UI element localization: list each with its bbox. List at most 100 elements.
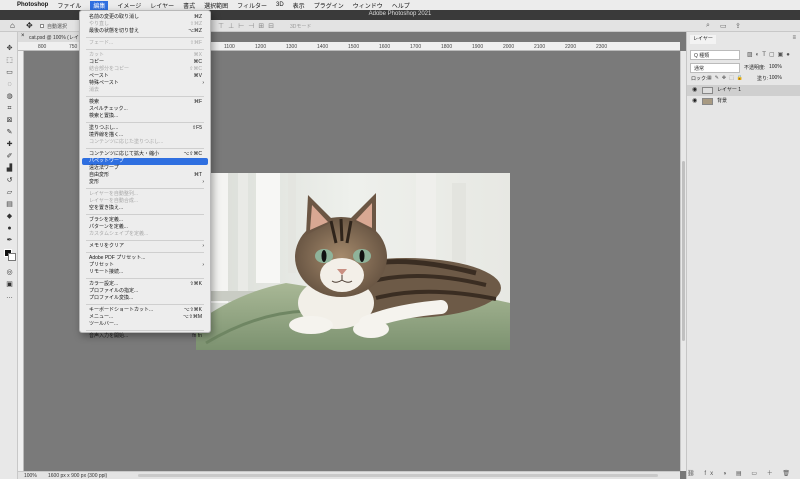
edit-menu-item[interactable]: 名前の変更の取り消し ⌘Z [82,14,208,21]
home-icon[interactable]: ⌂ [10,22,15,30]
edit-menu-item[interactable]: リモート接続... [82,269,208,276]
close-icon[interactable]: × [21,33,25,39]
healing-tool-icon[interactable]: ✚ [5,140,14,149]
menu-plugins[interactable]: プラグイン [314,1,344,10]
screen-mode-icon[interactable]: ▣ [5,280,14,289]
edit-menu-item[interactable]: 検索 ⌘F [82,99,208,106]
ruler-tick: 2000 [503,44,515,50]
blend-mode-select[interactable]: 通常 [690,63,740,73]
edit-menu-item[interactable]: 空を置き換え... [82,205,208,212]
opacity-value[interactable]: 100% [769,64,782,70]
edit-menu-item[interactable]: パペットワープ [82,158,208,165]
edit-menu-item[interactable]: スペルチェック... [82,106,208,113]
edit-menu-item[interactable]: カラー設定... ⇧⌘K [82,281,208,288]
edit-menu-item[interactable]: ブラシを定義... [82,217,208,224]
document-tab[interactable]: × cat.psd @ 100% (レイヤー [18,32,89,42]
menu-separator [86,37,204,38]
layer-actions[interactable]: ⛓ fx ◑ ▤ ▭ ＋ 🗑 [687,468,800,477]
edit-menu-item[interactable]: 変形 › [82,179,208,186]
edit-menu-item[interactable]: プロファイル変換... [82,295,208,302]
menu-image[interactable]: イメージ [117,1,141,10]
tab-layers[interactable]: レイヤー [690,35,716,44]
background-color-swatch[interactable] [8,253,16,261]
eraser-tool-icon[interactable]: ▱ [5,188,14,197]
quick-mask-icon[interactable]: ◎ [5,268,14,277]
marquee-tool-icon[interactable]: ▭ [5,68,14,77]
document-info[interactable]: 1600 px x 900 px (300 ppi) [48,473,107,479]
edit-menu-item[interactable]: 最後の状態を切り替え ⌥⌘Z [82,28,208,35]
brush-tool-icon[interactable]: ✐ [5,152,14,161]
history-brush-icon[interactable]: ↺ [5,176,14,185]
stamp-tool-icon[interactable]: ▟ [5,164,14,173]
zoom-level[interactable]: 100% [24,473,37,479]
menu-filter[interactable]: フィルター [237,1,267,10]
panel-menu-icon[interactable]: ≡ [792,35,796,41]
menu-edit[interactable]: 編集 [90,0,109,10]
edit-menu-item[interactable]: プリセット › [82,262,208,269]
vertical-scrollbar-thumb[interactable] [682,161,685,341]
edit-menu-item[interactable]: コンテンツに応じて拡大・縮小 ⌥⇧⌘C [82,151,208,158]
layer-row-1[interactable]: ◉ レイヤー 1 [687,85,800,96]
edit-menu-item-label: 変形 [89,179,100,185]
edit-menu-item[interactable]: メニュー... ⌥⇧⌘M [82,314,208,321]
share-icon[interactable]: ⇪ [735,22,741,30]
edit-menu-item-label: メニュー... [89,314,114,320]
kind-filter-select[interactable]: Q 種類 [690,50,740,60]
menu-3d[interactable]: 3D [276,2,284,8]
menu-select[interactable]: 選択範囲 [204,1,228,10]
ruler-tick: 2100 [534,44,546,50]
edit-menu-item[interactable]: 境界線を描く... [82,132,208,139]
fill-value[interactable]: 100% [769,75,782,81]
pen-tool-icon[interactable]: ✒ [5,236,14,245]
chevron-right-icon: › [202,179,204,185]
move-tool-icon[interactable]: ✥ [5,44,14,53]
align-icons[interactable]: ⊤⊥⊢⊣⊞⊟ [218,22,278,30]
edit-menu-item[interactable]: パターンを定義... [82,224,208,231]
edit-menu-item[interactable]: ツールバー... [82,321,208,328]
search-icon[interactable]: ⌕ [706,22,710,30]
workspace-icon[interactable]: ▭ [720,22,727,30]
edit-menu-item-label: ブラシを定義... [89,217,124,223]
ruler-tick: 1800 [441,44,453,50]
lasso-tool-icon[interactable]: ◌ [5,80,14,89]
gradient-tool-icon[interactable]: ▤ [5,200,14,209]
menu-app-name[interactable]: Photoshop [17,2,48,8]
eye-icon[interactable]: ◉ [692,85,697,96]
blur-tool-icon[interactable]: ◆ [5,212,14,221]
edit-menu-item[interactable]: 遠近法ワープ [82,165,208,172]
edit-menu-item: カット ⌘X [82,52,208,59]
menu-help[interactable]: ヘルプ [392,1,410,10]
edit-menu-item[interactable]: Adobe PDF プリセット... [82,255,208,262]
edit-menu-item[interactable]: キーボードショートカット... ⌥⇧⌘K [82,307,208,314]
menu-type[interactable]: 書式 [183,1,195,10]
autoselect-checkbox[interactable] [40,24,44,28]
artboard-tool-icon[interactable]: ⬚ [5,56,14,65]
edit-menu-item-label: レイヤーを自動整列... [89,191,139,197]
move-tool-icon[interactable]: ✥ [26,22,33,30]
crop-tool-icon[interactable]: ⌗ [5,104,14,113]
cat-photo[interactable] [196,173,510,350]
more-tools-icon[interactable]: … [5,292,14,301]
edit-menu-item[interactable]: 自由変形 ⌘T [82,172,208,179]
edit-menu-item[interactable]: メモリをクリア › [82,243,208,250]
menu-view[interactable]: 表示 [293,1,305,10]
eyedropper-tool-icon[interactable]: ✎ [5,128,14,137]
edit-menu-item[interactable]: 音声入力を開始... fn fn [82,333,208,340]
horizontal-scrollbar[interactable] [138,474,658,477]
lock-icons[interactable]: ▦✎✥⬚🔒 [707,75,746,81]
edit-menu-item[interactable]: ペースト ⌘V [82,73,208,80]
menu-layer[interactable]: レイヤー [150,1,174,10]
frame-tool-icon[interactable]: ⊠ [5,116,14,125]
filter-icons[interactable]: ▨◐T▢▣● [747,51,793,58]
edit-menu-item[interactable]: プロファイルの指定... [82,288,208,295]
menu-file[interactable]: ファイル [57,1,81,10]
eye-icon[interactable]: ◉ [692,96,697,107]
dodge-tool-icon[interactable]: ● [5,224,14,233]
quick-select-tool-icon[interactable]: ◍ [5,92,14,101]
edit-menu-item[interactable]: コピー ⌘C [82,59,208,66]
edit-menu-item[interactable]: 検索と置換... [82,113,208,120]
layer-row-background[interactable]: ◉ 背景 [687,96,800,107]
edit-menu-item[interactable]: 塗りつぶし... ⇧F5 [82,125,208,132]
menu-window[interactable]: ウィンドウ [353,1,383,10]
edit-menu-item[interactable]: 特殊ペースト › [82,80,208,87]
